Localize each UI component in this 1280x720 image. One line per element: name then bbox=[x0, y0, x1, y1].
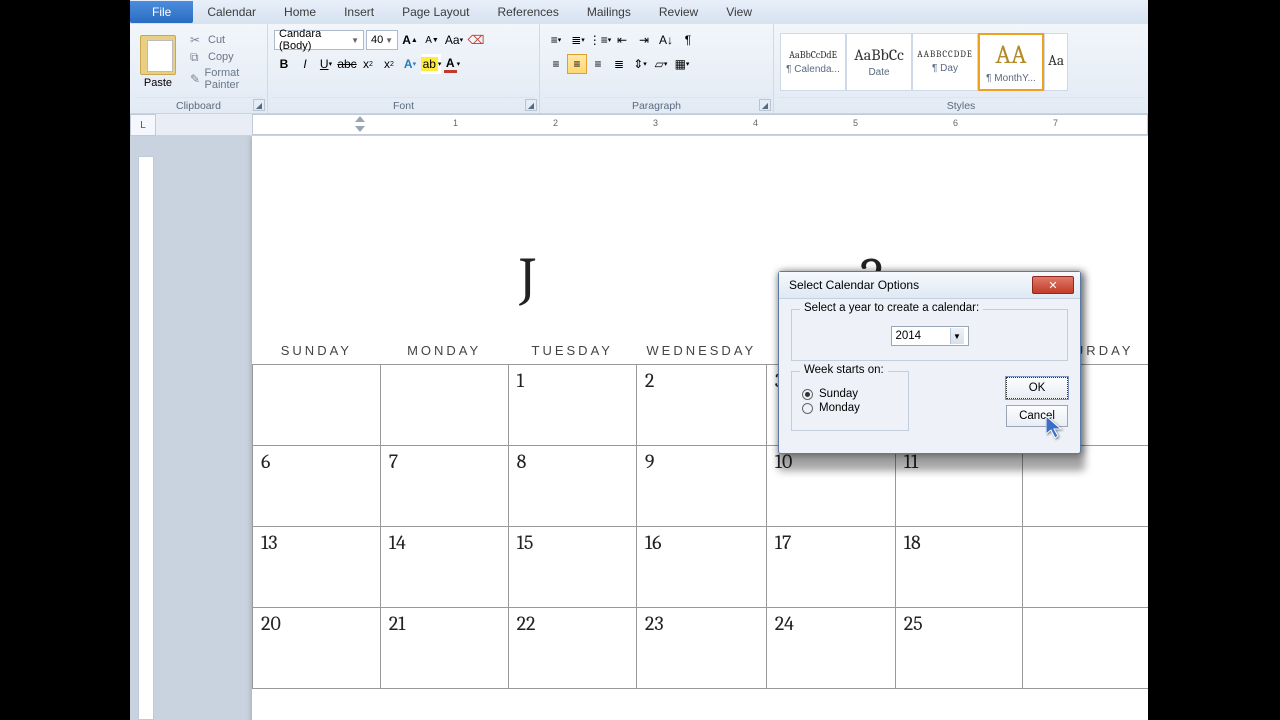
dialog-titlebar[interactable]: Select Calendar Options ✕ bbox=[779, 272, 1080, 299]
align-right-button[interactable]: ≡ bbox=[588, 54, 608, 74]
clipboard-launcher[interactable]: ◢ bbox=[253, 99, 265, 111]
paste-label: Paste bbox=[144, 77, 172, 89]
tab-mailings[interactable]: Mailings bbox=[573, 1, 645, 23]
horizontal-ruler[interactable]: 1 2 3 4 5 6 7 bbox=[252, 114, 1148, 135]
tab-review[interactable]: Review bbox=[645, 1, 712, 23]
group-label: Paragraph bbox=[544, 97, 769, 113]
tab-file[interactable]: File bbox=[130, 1, 193, 23]
style-item-selected[interactable]: AA¶ MonthY... bbox=[978, 33, 1044, 91]
justify-button[interactable]: ≣ bbox=[609, 54, 629, 74]
increase-indent-button[interactable]: ⇥ bbox=[634, 30, 654, 50]
vertical-ruler[interactable] bbox=[138, 156, 154, 720]
group-styles: AaBbCcDdE¶ Calenda... AaBbCcDate AABBCCD… bbox=[774, 24, 1148, 113]
year-legend: Select a year to create a calendar: bbox=[800, 302, 983, 314]
ribbon: Paste Cut Copy Format Painter Clipboard … bbox=[130, 24, 1148, 114]
tab-home[interactable]: Home bbox=[270, 1, 330, 23]
group-clipboard: Paste Cut Copy Format Painter Clipboard … bbox=[130, 24, 268, 113]
day-header: TUESDAY bbox=[508, 337, 636, 365]
day-header: SUNDAY bbox=[253, 337, 381, 365]
font-size-combo[interactable]: 40▼ bbox=[366, 30, 398, 50]
style-item[interactable]: AABBCCDDE¶ Day bbox=[912, 33, 978, 91]
brush-icon bbox=[190, 72, 200, 86]
numbering-button[interactable]: ≣▾ bbox=[568, 30, 588, 50]
cut-button[interactable]: Cut bbox=[186, 32, 263, 48]
scissors-icon bbox=[190, 33, 204, 47]
year-combo[interactable]: 2014 ▼ bbox=[891, 326, 969, 346]
week-fieldset: Week starts on: Sunday Monday bbox=[791, 371, 909, 431]
align-center-button[interactable]: ≡ bbox=[567, 54, 587, 74]
underline-button[interactable]: U▾ bbox=[316, 54, 336, 74]
paste-button[interactable]: Paste bbox=[134, 33, 182, 91]
close-button[interactable]: ✕ bbox=[1032, 276, 1074, 294]
superscript-button[interactable]: x2 bbox=[379, 54, 399, 74]
subscript-button[interactable]: x2 bbox=[358, 54, 378, 74]
ribbon-tabs: File Calendar Home Insert Page Layout Re… bbox=[130, 0, 1148, 24]
font-name-combo[interactable]: Candara (Body)▼ bbox=[274, 30, 364, 50]
paragraph-launcher[interactable]: ◢ bbox=[759, 99, 771, 111]
tab-view[interactable]: View bbox=[712, 1, 766, 23]
close-icon: ✕ bbox=[1048, 279, 1057, 292]
week-legend: Week starts on: bbox=[800, 364, 888, 376]
radio-icon bbox=[802, 389, 813, 400]
decrease-indent-button[interactable]: ⇤ bbox=[612, 30, 632, 50]
show-marks-button[interactable]: ¶ bbox=[678, 30, 698, 50]
paste-icon bbox=[140, 35, 176, 75]
italic-button[interactable]: I bbox=[295, 54, 315, 74]
align-left-button[interactable]: ≡ bbox=[546, 54, 566, 74]
borders-button[interactable]: ▦▾ bbox=[672, 54, 692, 74]
change-case-button[interactable]: Aa▾ bbox=[444, 30, 464, 50]
radio-icon bbox=[802, 403, 813, 414]
day-header: WEDNESDAY bbox=[636, 337, 766, 365]
chevron-down-icon: ▼ bbox=[950, 328, 964, 344]
word-window: File Calendar Home Insert Page Layout Re… bbox=[130, 0, 1148, 720]
font-color-button[interactable]: A▾ bbox=[442, 54, 462, 74]
style-item[interactable]: Aa bbox=[1044, 33, 1068, 91]
indent-marker[interactable] bbox=[355, 116, 365, 132]
radio-sunday[interactable]: Sunday bbox=[802, 388, 898, 400]
style-item[interactable]: AaBbCcDdE¶ Calenda... bbox=[780, 33, 846, 91]
calendar-options-dialog: Select Calendar Options ✕ Select a year … bbox=[778, 271, 1081, 454]
tab-insert[interactable]: Insert bbox=[330, 1, 388, 23]
copy-icon bbox=[190, 50, 204, 64]
radio-monday[interactable]: Monday bbox=[802, 402, 898, 414]
group-font: Candara (Body)▼ 40▼ A▲ A▼ Aa▾ ⌫ B I U▾ a… bbox=[268, 24, 540, 113]
sort-button[interactable]: A↓ bbox=[656, 30, 676, 50]
multilevel-button[interactable]: ⋮≡▾ bbox=[590, 30, 610, 50]
grow-font-button[interactable]: A▲ bbox=[400, 30, 420, 50]
style-item[interactable]: AaBbCcDate bbox=[846, 33, 912, 91]
font-launcher[interactable]: ◢ bbox=[525, 99, 537, 111]
group-label: Clipboard bbox=[134, 97, 263, 113]
line-spacing-button[interactable]: ⇕▾ bbox=[630, 54, 650, 74]
group-label: Font bbox=[272, 97, 535, 113]
ruler-area: L 1 2 3 4 5 6 7 bbox=[130, 114, 1148, 136]
shading-button[interactable]: ▱▾ bbox=[651, 54, 671, 74]
highlight-button[interactable]: ab▾ bbox=[421, 54, 441, 74]
style-gallery: AaBbCcDdE¶ Calenda... AaBbCcDate AABBCCD… bbox=[780, 33, 1068, 91]
format-painter-button[interactable]: Format Painter bbox=[186, 66, 263, 92]
copy-button[interactable]: Copy bbox=[186, 49, 263, 65]
bold-button[interactable]: B bbox=[274, 54, 294, 74]
cancel-button[interactable]: Cancel bbox=[1006, 405, 1068, 427]
tab-calendar[interactable]: Calendar bbox=[193, 1, 270, 23]
group-label: Styles bbox=[778, 97, 1144, 113]
text-effects-button[interactable]: A▾ bbox=[400, 54, 420, 74]
tab-page-layout[interactable]: Page Layout bbox=[388, 1, 483, 23]
chevron-down-icon: ▼ bbox=[385, 36, 393, 45]
year-fieldset: Select a year to create a calendar: 2014… bbox=[791, 309, 1068, 361]
group-paragraph: ≡▾ ≣▾ ⋮≡▾ ⇤ ⇥ A↓ ¶ ≡ ≡ ≡ ≣ ⇕▾ ▱▾ ▦▾ bbox=[540, 24, 774, 113]
tab-selector[interactable]: L bbox=[130, 114, 156, 136]
dialog-title: Select Calendar Options bbox=[789, 278, 919, 292]
bullets-button[interactable]: ≡▾ bbox=[546, 30, 566, 50]
day-header: MONDAY bbox=[380, 337, 508, 365]
tab-references[interactable]: References bbox=[483, 1, 572, 23]
clear-formatting-button[interactable]: ⌫ bbox=[466, 30, 486, 50]
ok-button[interactable]: OK bbox=[1006, 377, 1068, 399]
chevron-down-icon: ▼ bbox=[351, 36, 359, 45]
shrink-font-button[interactable]: A▼ bbox=[422, 30, 442, 50]
strikethrough-button[interactable]: abc bbox=[337, 54, 357, 74]
